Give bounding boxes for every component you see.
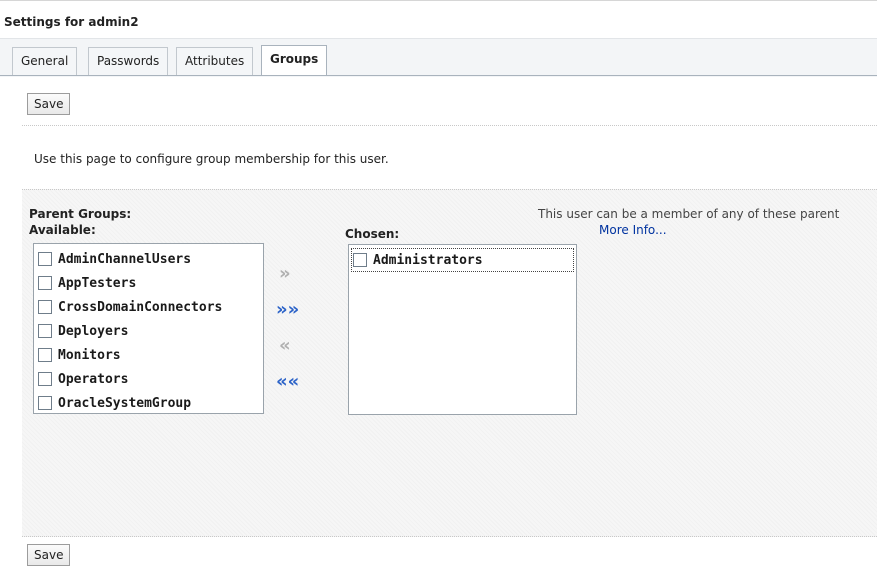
checkbox[interactable] [38,252,52,266]
chosen-label: Chosen: [345,227,400,241]
available-list[interactable]: AdminChannelUsers AppTesters CrossDomain… [33,243,264,414]
checkbox[interactable] [353,253,367,267]
available-item-apptesters[interactable]: AppTesters [38,273,136,293]
settings-header: Settings for admin2 [0,0,877,39]
tab-attributes[interactable]: Attributes [176,47,254,75]
available-item-crossdomainconnectors[interactable]: CrossDomainConnectors [38,297,222,317]
chosen-list[interactable]: Administrators [348,244,577,415]
list-item-label: Administrators [373,252,483,268]
tab-groups[interactable]: Groups [261,45,328,75]
checkbox[interactable] [38,396,52,410]
membership-hint: This user can be a member of any of thes… [538,207,840,221]
move-all-icon[interactable]: »» [276,301,299,319]
checkbox[interactable] [38,348,52,362]
available-label: Available: [29,223,96,237]
chosen-item-administrators[interactable]: Administrators [351,248,574,272]
move-icon[interactable]: » [279,265,291,283]
available-item-oraclesystemgroup[interactable]: OracleSystemGroup [38,393,191,413]
list-item-label: Deployers [58,323,129,339]
list-item-label: Operators [58,371,129,387]
save-button-top[interactable]: Save [27,93,71,115]
list-item-label: AppTesters [58,275,137,291]
more-info-link[interactable]: More Info... [599,223,667,237]
checkbox[interactable] [38,300,52,314]
tab-passwords[interactable]: Passwords [88,47,169,75]
checkbox[interactable] [38,372,52,386]
list-item-label: OracleSystemGroup [58,395,192,411]
checkbox[interactable] [38,324,52,338]
tab-general[interactable]: General [12,47,78,75]
available-item-operators[interactable]: Operators [38,369,128,389]
available-item-deployers[interactable]: Deployers [38,321,128,341]
list-item-label: Monitors [58,347,121,363]
remove-icon[interactable]: « [279,337,291,355]
page-description: Use this page to configure group members… [34,152,389,166]
tab-baseline [0,75,877,76]
tab-bar: General Passwords Attributes Groups [0,38,877,77]
save-button-bottom[interactable]: Save [27,544,71,566]
available-item-monitors[interactable]: Monitors [38,345,121,365]
page-title: Settings for admin2 [4,15,139,29]
divider [22,125,877,126]
available-item-adminchannelusers[interactable]: AdminChannelUsers [38,249,191,269]
remove-all-icon[interactable]: «« [276,373,299,391]
list-item-label: AdminChannelUsers [58,251,192,267]
checkbox[interactable] [38,276,52,290]
parent-groups-label: Parent Groups: [29,207,132,221]
list-item-label: CrossDomainConnectors [58,299,223,315]
